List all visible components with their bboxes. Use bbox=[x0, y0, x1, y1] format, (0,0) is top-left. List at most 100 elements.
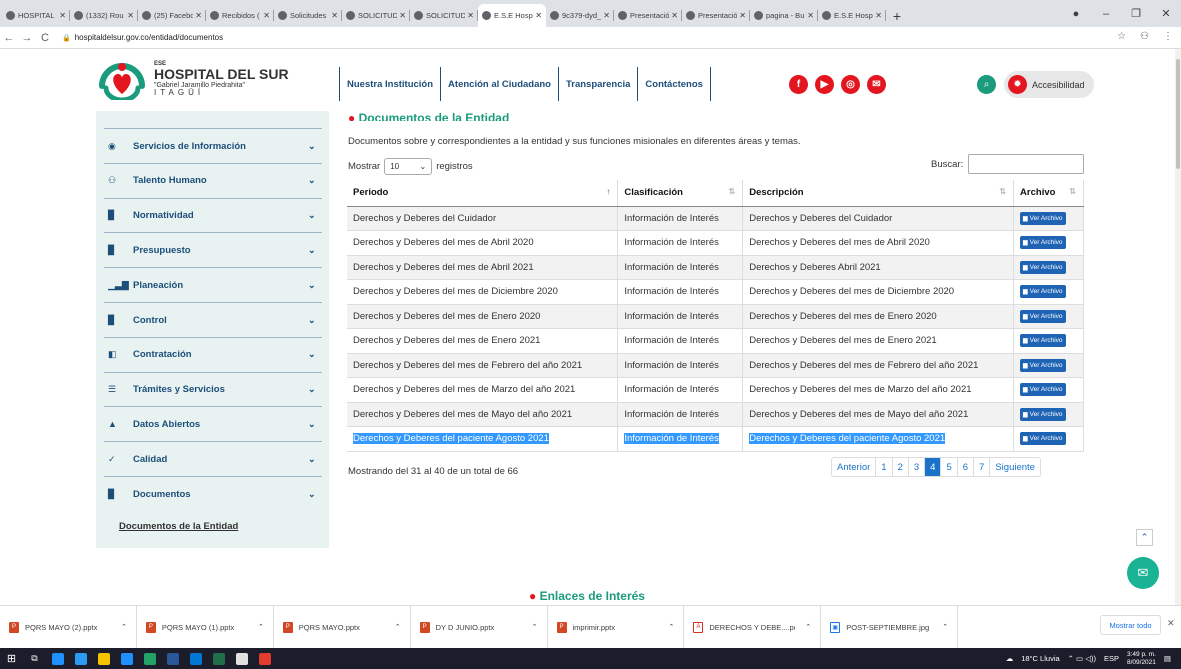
download-item[interactable]: Pimprimir.pptx ⌃ bbox=[548, 605, 685, 649]
close-tab-icon[interactable]: ✕ bbox=[399, 11, 406, 20]
nav-item[interactable]: Contáctenos bbox=[638, 67, 711, 101]
view-file-button[interactable]: ▆ Ver Archivo bbox=[1020, 334, 1066, 348]
pagination-page[interactable]: 7 bbox=[974, 458, 991, 476]
view-file-button[interactable]: ▆ Ver Archivo bbox=[1020, 383, 1066, 397]
new-tab-button[interactable]: + bbox=[886, 4, 908, 27]
close-tab-icon[interactable]: ✕ bbox=[535, 11, 542, 20]
browser-tab[interactable]: (25) Facebo ✕ bbox=[138, 4, 206, 27]
browser-tab[interactable]: Solicitudes ✕ bbox=[274, 4, 342, 27]
taskbar-app-icon[interactable] bbox=[230, 648, 253, 669]
browser-tab[interactable]: Recibidos (✕ bbox=[206, 4, 274, 27]
sidebar-item[interactable]: ⚇ Talento Humano ⌄ bbox=[104, 162, 322, 198]
close-tab-icon[interactable]: ✕ bbox=[671, 11, 678, 20]
youtube-icon[interactable]: ▶ bbox=[815, 75, 834, 94]
language-indicator[interactable]: ESP bbox=[1104, 654, 1119, 663]
column-header-clasificacion[interactable]: Clasificación ⇅ bbox=[617, 180, 744, 207]
nav-item[interactable]: Nuestra Institución bbox=[339, 67, 442, 101]
chevron-up-icon[interactable]: ⌃ bbox=[395, 623, 401, 631]
download-item[interactable]: ▣ POST-SEPTIEMBRE.jpg ⌃ bbox=[821, 605, 959, 649]
view-file-button[interactable]: ▆ Ver Archivo bbox=[1020, 432, 1066, 446]
forward-button[interactable]: → bbox=[18, 32, 36, 44]
browser-tab[interactable]: Presentació ✕ bbox=[614, 4, 682, 27]
clock[interactable]: 3:49 p. m. 8/09/2021 bbox=[1127, 651, 1156, 665]
close-tab-icon[interactable]: ✕ bbox=[331, 11, 338, 20]
email-icon[interactable]: ✉ bbox=[867, 75, 886, 94]
close-tab-icon[interactable]: ✕ bbox=[263, 11, 270, 20]
notifications-icon[interactable]: ▤ bbox=[1164, 654, 1171, 663]
accessibility-button[interactable]: ✹ Accesibilidad bbox=[1004, 71, 1094, 98]
facebook-icon[interactable]: f bbox=[789, 75, 808, 94]
close-window-button[interactable]: ✕ bbox=[1151, 7, 1181, 20]
close-tab-icon[interactable]: ✕ bbox=[467, 11, 474, 20]
close-tab-icon[interactable]: ✕ bbox=[875, 11, 882, 20]
view-file-button[interactable]: ▆ Ver Archivo bbox=[1020, 211, 1066, 225]
pagination-page[interactable]: 4 bbox=[925, 458, 942, 476]
browser-tab[interactable]: SOLICITUD ✕ bbox=[410, 4, 478, 27]
view-file-button[interactable]: ▆ Ver Archivo bbox=[1020, 358, 1066, 372]
pagination-page[interactable]: 3 bbox=[909, 458, 926, 476]
chevron-up-icon[interactable]: ⌃ bbox=[805, 623, 811, 631]
browser-tab[interactable]: (1332) Rou ✕ bbox=[70, 4, 138, 27]
download-item[interactable]: P PQRS MAYO (2).pptx ⌃ bbox=[0, 605, 137, 649]
pagination-prev[interactable]: Anterior bbox=[832, 458, 877, 476]
chevron-up-icon[interactable]: ⌃ bbox=[121, 623, 127, 631]
sidebar-item[interactable]: ▉ Normatividad ⌄ bbox=[104, 197, 322, 233]
browser-tab[interactable]: Presentació ✕ bbox=[682, 4, 750, 27]
close-tab-icon[interactable]: ✕ bbox=[603, 11, 610, 20]
search-input[interactable] bbox=[968, 154, 1085, 174]
back-button[interactable]: ← bbox=[0, 32, 18, 44]
weather-text[interactable]: 18°C Lluvia bbox=[1021, 654, 1059, 663]
browser-tab[interactable]: E.S.E Hospi ✕ bbox=[478, 4, 546, 27]
sidebar-item[interactable]: ▉ Control ⌄ bbox=[104, 302, 322, 337]
instagram-icon[interactable]: ◎ bbox=[841, 75, 860, 94]
download-item[interactable]: P PQRS MAYO (1).pptx ⌃ bbox=[137, 605, 274, 649]
sidebar-item[interactable]: ◉ Servicios de Información ⌄ bbox=[104, 128, 322, 163]
taskbar-app-icon[interactable] bbox=[69, 648, 92, 669]
show-all-downloads-button[interactable]: Mostrar todo bbox=[1100, 615, 1161, 635]
chevron-up-icon[interactable]: ⌃ bbox=[942, 623, 948, 631]
minimize-button[interactable]: – bbox=[1091, 8, 1121, 20]
browser-tab[interactable]: 9c379-dyd_ ✕ bbox=[546, 4, 614, 27]
taskbar-app-icon[interactable] bbox=[184, 648, 207, 669]
page-length-select[interactable]: 10 ⌄ bbox=[384, 158, 433, 175]
column-header-descripcion[interactable]: Descripción ⇅ bbox=[742, 180, 1015, 207]
taskbar-app-icon[interactable] bbox=[161, 648, 184, 669]
tray-icons[interactable]: ⌃ ▭ ◁)) bbox=[1068, 654, 1096, 663]
reload-button[interactable]: C bbox=[36, 32, 54, 44]
sidebar-item[interactable]: ◧ Contratación ⌄ bbox=[104, 336, 322, 372]
taskbar-app-icon[interactable] bbox=[115, 648, 138, 669]
browser-tab[interactable]: E.S.E Hospi ✕ bbox=[818, 4, 886, 27]
pagination-page[interactable]: 6 bbox=[958, 458, 975, 476]
nav-item[interactable]: Transparencia bbox=[559, 67, 639, 101]
sidebar-item[interactable]: ☰ Trámites y Servicios ⌄ bbox=[104, 371, 322, 407]
task-view-icon[interactable]: ⧉ bbox=[23, 648, 46, 669]
maximize-button[interactable]: ❐ bbox=[1121, 7, 1151, 20]
sidebar-item[interactable]: ▁▃▇ Planeación ⌄ bbox=[104, 267, 322, 302]
download-item[interactable]: P PQRS MAYO.pptx ⌃ bbox=[274, 605, 411, 649]
hospital-logo[interactable]: ESE HOSPITAL DEL SUR "Gabriel Jaramillo … bbox=[96, 58, 289, 103]
taskbar-app-icon[interactable] bbox=[207, 648, 230, 669]
view-file-button[interactable]: ▆ Ver Archivo bbox=[1020, 407, 1066, 421]
close-tab-icon[interactable]: ✕ bbox=[807, 11, 814, 20]
close-tab-icon[interactable]: ✕ bbox=[739, 11, 746, 20]
chevron-up-icon[interactable]: ⌃ bbox=[258, 623, 264, 631]
close-tab-icon[interactable]: ✕ bbox=[59, 11, 66, 20]
site-search-icon[interactable]: ⌕ bbox=[977, 75, 996, 94]
sidebar-item[interactable]: ▉ Presupuesto ⌄ bbox=[104, 232, 322, 267]
sidebar-item[interactable]: ▉ Documentos ⌄ bbox=[104, 476, 322, 511]
taskbar-app-icon[interactable] bbox=[92, 648, 115, 669]
scroll-to-top-button[interactable]: ⌃ bbox=[1136, 529, 1153, 546]
browser-tab[interactable]: SOLICITUD ✕ bbox=[342, 4, 410, 27]
scrollbar-thumb[interactable] bbox=[1176, 59, 1180, 169]
profile-icon[interactable]: ● bbox=[1061, 8, 1091, 20]
browser-tab[interactable]: pagina - Bu ✕ bbox=[750, 4, 818, 27]
incognito-icon[interactable]: ⚇ bbox=[1140, 31, 1149, 42]
pagination-page[interactable]: 2 bbox=[893, 458, 909, 476]
chat-email-button[interactable]: ✉ bbox=[1127, 557, 1159, 589]
pagination-next[interactable]: Siguiente bbox=[990, 458, 1040, 476]
windows-start-icon[interactable]: ⊞ bbox=[0, 648, 23, 669]
pagination-page[interactable]: 5 bbox=[941, 458, 958, 476]
close-tab-icon[interactable]: ✕ bbox=[127, 11, 134, 20]
sidebar-item[interactable]: ▲ Datos Abiertos ⌄ bbox=[104, 406, 322, 441]
chevron-up-icon[interactable]: ⌃ bbox=[532, 623, 538, 631]
